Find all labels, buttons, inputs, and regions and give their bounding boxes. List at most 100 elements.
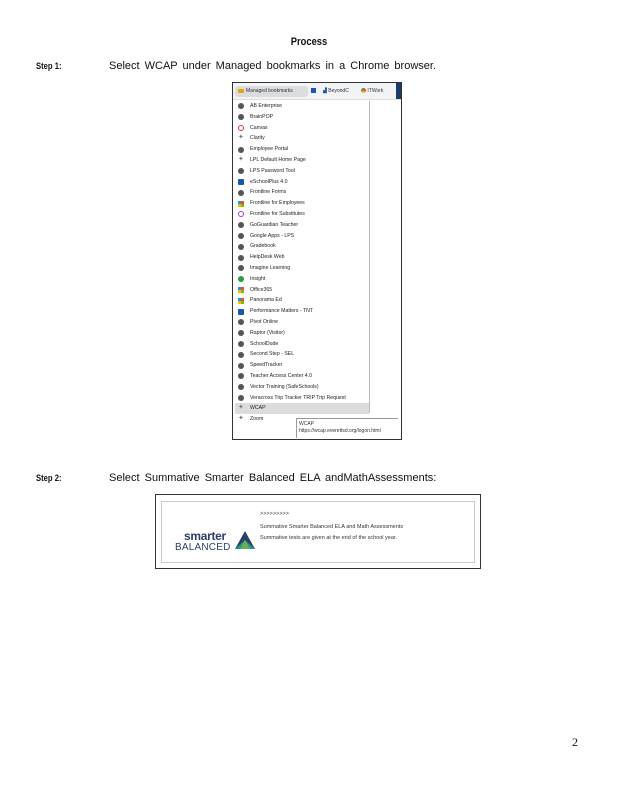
bookmark-chip-3[interactable]: ITWork [361, 86, 383, 97]
managed-bookmarks-menu: AB Enterprise BrainPOP Canvas ✦ Clarity Emplo… [235, 101, 369, 425]
bookmark-favicon-icon [238, 351, 244, 358]
tooltip-title: WCAP [299, 421, 314, 427]
bookmark-label: Gradebook [250, 243, 276, 250]
bookmark-favicon-icon [238, 319, 244, 326]
bookmark-item[interactable]: Vector Training (SafeSchools) [235, 382, 369, 393]
page-number: 2 [572, 735, 578, 749]
step-2-text: Select Summative Smarter Balanced ELA an… [109, 472, 437, 484]
bookmark-favicon-icon [238, 330, 244, 337]
bookmark-favicon-icon [238, 114, 244, 121]
bookmark-favicon-icon [238, 124, 244, 131]
bookmark-favicon-icon [238, 308, 244, 315]
bookmark-favicon-icon: ✦ [238, 404, 244, 412]
bookmark-favicon-icon [238, 265, 244, 272]
bookmark-favicon-icon: ✦ [238, 134, 244, 142]
bookmark-item[interactable]: Veracross Trip Tracker TRIP Trip Request [235, 393, 369, 404]
bookmark-item[interactable]: ✦ LPL Default Home Page [235, 155, 369, 166]
bookmark-label: Insight [250, 275, 266, 282]
bookmark-label: GoGuardian Teacher [250, 221, 299, 228]
bookmark-item[interactable]: ✦ WCAP [235, 403, 369, 415]
bookmark-favicon-icon: ✦ [238, 415, 244, 423]
chart-icon: ▟ [323, 88, 327, 94]
bookmark-chip-1[interactable] [311, 86, 316, 97]
bookmark-label: Imagine Learning [250, 264, 291, 271]
app-icon [311, 88, 316, 94]
step-1-label: Step 1: [36, 61, 62, 71]
bookmark-item[interactable]: Imagine Learning [235, 263, 369, 274]
bookmark-chip-2[interactable]: ▟ BeyondC [323, 86, 349, 97]
assessment-card[interactable]: smarter BALANCED >>>>>>>>> Summative Sma… [161, 501, 475, 563]
bookmark-item[interactable]: Pivot Online [235, 317, 369, 328]
bookmark-favicon-icon [238, 232, 244, 239]
bookmark-item[interactable]: Teacher Access Center 4.0 [235, 371, 369, 382]
bookmark-item[interactable]: Canvas [235, 123, 369, 134]
bookmark-label: Pivot Online [250, 318, 278, 325]
menu-divider [369, 101, 370, 413]
bookmark-label: Clarity [250, 135, 265, 142]
bookmark-favicon-icon [238, 103, 244, 110]
bookmark-item[interactable]: Performance Matters - TNT [235, 306, 369, 317]
bookmark-item[interactable]: GoGuardian Teacher [235, 220, 369, 231]
smarter-balanced-screenshot: smarter BALANCED >>>>>>>>> Summative Sma… [155, 494, 481, 569]
bookmark-item[interactable]: Second Step - SEL [235, 349, 369, 360]
step-2-label: Step 2: [36, 473, 62, 483]
bookmark-item[interactable]: Panorama Ed [235, 295, 369, 306]
bookmark-item[interactable]: eSchoolPlus 4.0 [235, 177, 369, 188]
bookmark-item[interactable]: Frontline for Employees [235, 198, 369, 209]
chrome-icon [361, 88, 366, 94]
bookmark-label: Panorama Ed [250, 297, 282, 304]
bookmark-label: Office365 [250, 286, 273, 293]
bookmark-favicon-icon [238, 394, 244, 401]
bookmark-label: Employee Portal [250, 146, 289, 153]
bookmark-item[interactable]: ✦ Clarity [235, 133, 369, 144]
bookmark-item[interactable]: Gradebook [235, 241, 369, 252]
bookmark-label: SchoolDude [250, 340, 279, 347]
bookmark-item[interactable]: Frontline for Substitutes [235, 209, 369, 220]
bookmark-item[interactable]: AB Enterprise [235, 101, 369, 112]
bookmark-item[interactable]: Office365 [235, 285, 369, 296]
bookmark-favicon-icon [238, 222, 244, 229]
bookmark-favicon-icon [238, 178, 244, 185]
bookmark-favicon-icon [238, 362, 244, 369]
bookmark-label: Frontline for Employees [250, 200, 305, 207]
bookmark-item[interactable]: Frontline Forms [235, 187, 369, 198]
bookmark-favicon-icon [238, 286, 244, 293]
breadcrumb-dots: >>>>>>>>> [260, 511, 289, 517]
bookmark-item[interactable]: LPS Password Tool [235, 166, 369, 177]
bookmark-favicon-icon [238, 340, 244, 347]
bookmark-item[interactable]: Google Apps - LPS [235, 231, 369, 242]
assessment-title-link[interactable]: Summative Smarter Balanced ELA and Math … [260, 524, 403, 530]
bookmark-item[interactable]: SchoolDude [235, 339, 369, 350]
assessment-description: Summative tests are given at the end of … [260, 535, 397, 541]
bookmark-favicon-icon [238, 297, 244, 304]
bookmark-label: Raptor (Visitor) [250, 329, 285, 336]
bookmark-favicon-icon [238, 200, 244, 207]
bookmark-tooltip: WCAP https://wcap.everettsd.org/logon.ht… [296, 418, 398, 438]
bookmark-item[interactable]: Employee Portal [235, 144, 369, 155]
bookmark-label: Frontline for Substitutes [250, 210, 305, 217]
bookmarks-screenshot: Managed bookmarks ▟ BeyondC ITWork AB En… [232, 82, 402, 440]
bookmark-label: LPS Password Tool [250, 167, 295, 174]
bookmark-label: LPL Default Home Page [250, 156, 306, 163]
bookmark-item[interactable]: BrainPOP [235, 112, 369, 123]
managed-bookmarks-button[interactable]: Managed bookmarks [235, 86, 308, 97]
bookmark-favicon-icon [238, 276, 244, 283]
bookmark-favicon-icon [238, 373, 244, 380]
bookmark-item[interactable]: Insight [235, 274, 369, 285]
overflow-indicator [396, 83, 401, 99]
bookmark-label: Vector Training (SafeSchools) [250, 383, 319, 390]
bookmark-favicon-icon [238, 168, 244, 175]
bookmark-label: Frontline Forms [250, 189, 287, 196]
bookmark-favicon-icon [238, 384, 244, 391]
bookmark-label: WCAP [250, 405, 266, 412]
bookmark-label: Canvas [250, 124, 268, 131]
bookmark-label: HelpDesk Web [250, 254, 285, 261]
bookmark-favicon-icon [238, 243, 244, 250]
tooltip-url: https://wcap.everettsd.org/logon.html [299, 428, 381, 434]
bookmark-label: SpeedTracker [250, 362, 283, 369]
bookmark-favicon-icon [238, 211, 244, 218]
bookmark-favicon-icon [238, 254, 244, 261]
bookmark-item[interactable]: SpeedTracker [235, 360, 369, 371]
bookmark-item[interactable]: HelpDesk Web [235, 252, 369, 263]
bookmark-item[interactable]: Raptor (Visitor) [235, 328, 369, 339]
